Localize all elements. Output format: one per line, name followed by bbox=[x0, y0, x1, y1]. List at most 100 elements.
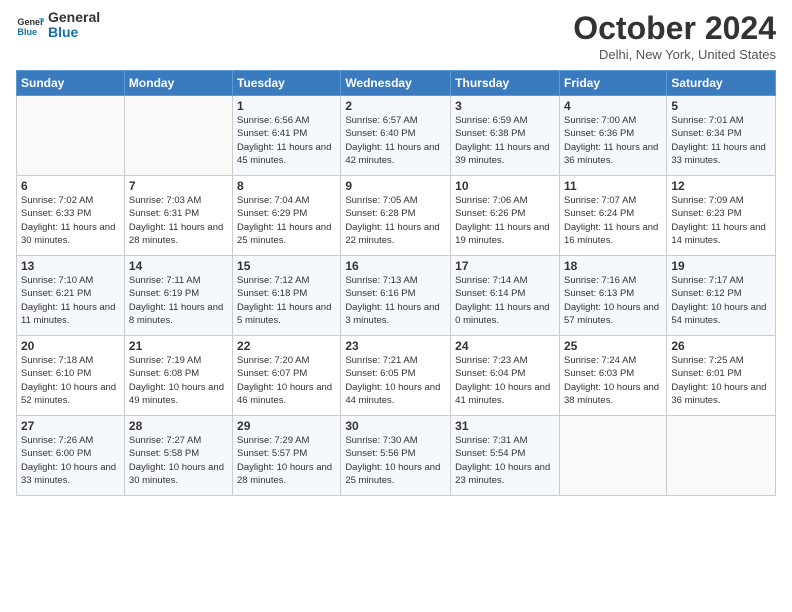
weekday-header-wednesday: Wednesday bbox=[341, 71, 451, 96]
day-info: Sunrise: 7:19 AM Sunset: 6:08 PM Dayligh… bbox=[129, 354, 228, 407]
week-row-4: 20Sunrise: 7:18 AM Sunset: 6:10 PM Dayli… bbox=[17, 336, 776, 416]
day-info: Sunrise: 7:27 AM Sunset: 5:58 PM Dayligh… bbox=[129, 434, 228, 487]
calendar-cell: 24Sunrise: 7:23 AM Sunset: 6:04 PM Dayli… bbox=[451, 336, 560, 416]
day-number: 11 bbox=[564, 179, 662, 193]
day-number: 4 bbox=[564, 99, 662, 113]
weekday-header-sunday: Sunday bbox=[17, 71, 125, 96]
day-info: Sunrise: 7:25 AM Sunset: 6:01 PM Dayligh… bbox=[671, 354, 771, 407]
calendar-table: SundayMondayTuesdayWednesdayThursdayFrid… bbox=[16, 70, 776, 496]
calendar-cell: 29Sunrise: 7:29 AM Sunset: 5:57 PM Dayli… bbox=[233, 416, 341, 496]
calendar-cell: 21Sunrise: 7:19 AM Sunset: 6:08 PM Dayli… bbox=[124, 336, 232, 416]
logo: General Blue General Blue bbox=[16, 10, 100, 41]
calendar-cell bbox=[559, 416, 666, 496]
day-number: 31 bbox=[455, 419, 555, 433]
day-number: 13 bbox=[21, 259, 120, 273]
day-info: Sunrise: 7:31 AM Sunset: 5:54 PM Dayligh… bbox=[455, 434, 555, 487]
calendar-cell: 10Sunrise: 7:06 AM Sunset: 6:26 PM Dayli… bbox=[451, 176, 560, 256]
weekday-header-row: SundayMondayTuesdayWednesdayThursdayFrid… bbox=[17, 71, 776, 96]
calendar-cell: 14Sunrise: 7:11 AM Sunset: 6:19 PM Dayli… bbox=[124, 256, 232, 336]
calendar-cell: 22Sunrise: 7:20 AM Sunset: 6:07 PM Dayli… bbox=[233, 336, 341, 416]
title-block: October 2024 Delhi, New York, United Sta… bbox=[573, 10, 776, 62]
day-info: Sunrise: 7:11 AM Sunset: 6:19 PM Dayligh… bbox=[129, 274, 228, 327]
calendar-cell: 2Sunrise: 6:57 AM Sunset: 6:40 PM Daylig… bbox=[341, 96, 451, 176]
day-number: 21 bbox=[129, 339, 228, 353]
calendar-cell: 27Sunrise: 7:26 AM Sunset: 6:00 PM Dayli… bbox=[17, 416, 125, 496]
day-number: 9 bbox=[345, 179, 446, 193]
day-number: 3 bbox=[455, 99, 555, 113]
day-info: Sunrise: 7:04 AM Sunset: 6:29 PM Dayligh… bbox=[237, 194, 336, 247]
logo-general: General bbox=[48, 10, 100, 25]
calendar-cell: 19Sunrise: 7:17 AM Sunset: 6:12 PM Dayli… bbox=[667, 256, 776, 336]
weekday-header-monday: Monday bbox=[124, 71, 232, 96]
day-info: Sunrise: 7:24 AM Sunset: 6:03 PM Dayligh… bbox=[564, 354, 662, 407]
calendar-cell: 17Sunrise: 7:14 AM Sunset: 6:14 PM Dayli… bbox=[451, 256, 560, 336]
calendar-cell: 3Sunrise: 6:59 AM Sunset: 6:38 PM Daylig… bbox=[451, 96, 560, 176]
day-number: 23 bbox=[345, 339, 446, 353]
day-info: Sunrise: 7:00 AM Sunset: 6:36 PM Dayligh… bbox=[564, 114, 662, 167]
day-number: 28 bbox=[129, 419, 228, 433]
day-info: Sunrise: 6:57 AM Sunset: 6:40 PM Dayligh… bbox=[345, 114, 446, 167]
day-number: 16 bbox=[345, 259, 446, 273]
location: Delhi, New York, United States bbox=[573, 47, 776, 62]
svg-text:Blue: Blue bbox=[17, 27, 37, 37]
day-number: 10 bbox=[455, 179, 555, 193]
day-info: Sunrise: 7:02 AM Sunset: 6:33 PM Dayligh… bbox=[21, 194, 120, 247]
calendar-cell: 23Sunrise: 7:21 AM Sunset: 6:05 PM Dayli… bbox=[341, 336, 451, 416]
week-row-2: 6Sunrise: 7:02 AM Sunset: 6:33 PM Daylig… bbox=[17, 176, 776, 256]
day-number: 17 bbox=[455, 259, 555, 273]
calendar-cell: 28Sunrise: 7:27 AM Sunset: 5:58 PM Dayli… bbox=[124, 416, 232, 496]
day-number: 27 bbox=[21, 419, 120, 433]
day-number: 29 bbox=[237, 419, 336, 433]
calendar-cell: 26Sunrise: 7:25 AM Sunset: 6:01 PM Dayli… bbox=[667, 336, 776, 416]
day-number: 18 bbox=[564, 259, 662, 273]
weekday-header-saturday: Saturday bbox=[667, 71, 776, 96]
calendar-cell: 30Sunrise: 7:30 AM Sunset: 5:56 PM Dayli… bbox=[341, 416, 451, 496]
day-info: Sunrise: 7:26 AM Sunset: 6:00 PM Dayligh… bbox=[21, 434, 120, 487]
day-number: 30 bbox=[345, 419, 446, 433]
day-number: 5 bbox=[671, 99, 771, 113]
calendar-cell: 4Sunrise: 7:00 AM Sunset: 6:36 PM Daylig… bbox=[559, 96, 666, 176]
logo-icon: General Blue bbox=[16, 11, 44, 39]
day-info: Sunrise: 7:20 AM Sunset: 6:07 PM Dayligh… bbox=[237, 354, 336, 407]
day-info: Sunrise: 7:05 AM Sunset: 6:28 PM Dayligh… bbox=[345, 194, 446, 247]
day-info: Sunrise: 7:12 AM Sunset: 6:18 PM Dayligh… bbox=[237, 274, 336, 327]
page: General Blue General Blue October 2024 D… bbox=[0, 0, 792, 612]
calendar-cell: 31Sunrise: 7:31 AM Sunset: 5:54 PM Dayli… bbox=[451, 416, 560, 496]
day-info: Sunrise: 7:10 AM Sunset: 6:21 PM Dayligh… bbox=[21, 274, 120, 327]
day-info: Sunrise: 7:21 AM Sunset: 6:05 PM Dayligh… bbox=[345, 354, 446, 407]
day-info: Sunrise: 6:56 AM Sunset: 6:41 PM Dayligh… bbox=[237, 114, 336, 167]
day-info: Sunrise: 7:03 AM Sunset: 6:31 PM Dayligh… bbox=[129, 194, 228, 247]
day-number: 19 bbox=[671, 259, 771, 273]
calendar-cell: 5Sunrise: 7:01 AM Sunset: 6:34 PM Daylig… bbox=[667, 96, 776, 176]
day-info: Sunrise: 7:07 AM Sunset: 6:24 PM Dayligh… bbox=[564, 194, 662, 247]
calendar-cell: 12Sunrise: 7:09 AM Sunset: 6:23 PM Dayli… bbox=[667, 176, 776, 256]
calendar-cell bbox=[17, 96, 125, 176]
calendar-cell: 16Sunrise: 7:13 AM Sunset: 6:16 PM Dayli… bbox=[341, 256, 451, 336]
logo-blue: Blue bbox=[48, 25, 100, 40]
day-info: Sunrise: 7:16 AM Sunset: 6:13 PM Dayligh… bbox=[564, 274, 662, 327]
weekday-header-tuesday: Tuesday bbox=[233, 71, 341, 96]
month-title: October 2024 bbox=[573, 10, 776, 47]
calendar-cell bbox=[124, 96, 232, 176]
day-number: 6 bbox=[21, 179, 120, 193]
day-info: Sunrise: 7:23 AM Sunset: 6:04 PM Dayligh… bbox=[455, 354, 555, 407]
calendar-cell: 25Sunrise: 7:24 AM Sunset: 6:03 PM Dayli… bbox=[559, 336, 666, 416]
calendar-cell: 1Sunrise: 6:56 AM Sunset: 6:41 PM Daylig… bbox=[233, 96, 341, 176]
day-info: Sunrise: 7:09 AM Sunset: 6:23 PM Dayligh… bbox=[671, 194, 771, 247]
day-info: Sunrise: 7:01 AM Sunset: 6:34 PM Dayligh… bbox=[671, 114, 771, 167]
day-number: 8 bbox=[237, 179, 336, 193]
calendar-cell: 18Sunrise: 7:16 AM Sunset: 6:13 PM Dayli… bbox=[559, 256, 666, 336]
week-row-3: 13Sunrise: 7:10 AM Sunset: 6:21 PM Dayli… bbox=[17, 256, 776, 336]
calendar-cell: 15Sunrise: 7:12 AM Sunset: 6:18 PM Dayli… bbox=[233, 256, 341, 336]
calendar-cell: 6Sunrise: 7:02 AM Sunset: 6:33 PM Daylig… bbox=[17, 176, 125, 256]
calendar-cell: 11Sunrise: 7:07 AM Sunset: 6:24 PM Dayli… bbox=[559, 176, 666, 256]
header: General Blue General Blue October 2024 D… bbox=[16, 10, 776, 62]
weekday-header-thursday: Thursday bbox=[451, 71, 560, 96]
day-number: 24 bbox=[455, 339, 555, 353]
day-number: 14 bbox=[129, 259, 228, 273]
day-number: 12 bbox=[671, 179, 771, 193]
day-number: 15 bbox=[237, 259, 336, 273]
day-info: Sunrise: 7:06 AM Sunset: 6:26 PM Dayligh… bbox=[455, 194, 555, 247]
day-info: Sunrise: 7:17 AM Sunset: 6:12 PM Dayligh… bbox=[671, 274, 771, 327]
calendar-cell: 7Sunrise: 7:03 AM Sunset: 6:31 PM Daylig… bbox=[124, 176, 232, 256]
